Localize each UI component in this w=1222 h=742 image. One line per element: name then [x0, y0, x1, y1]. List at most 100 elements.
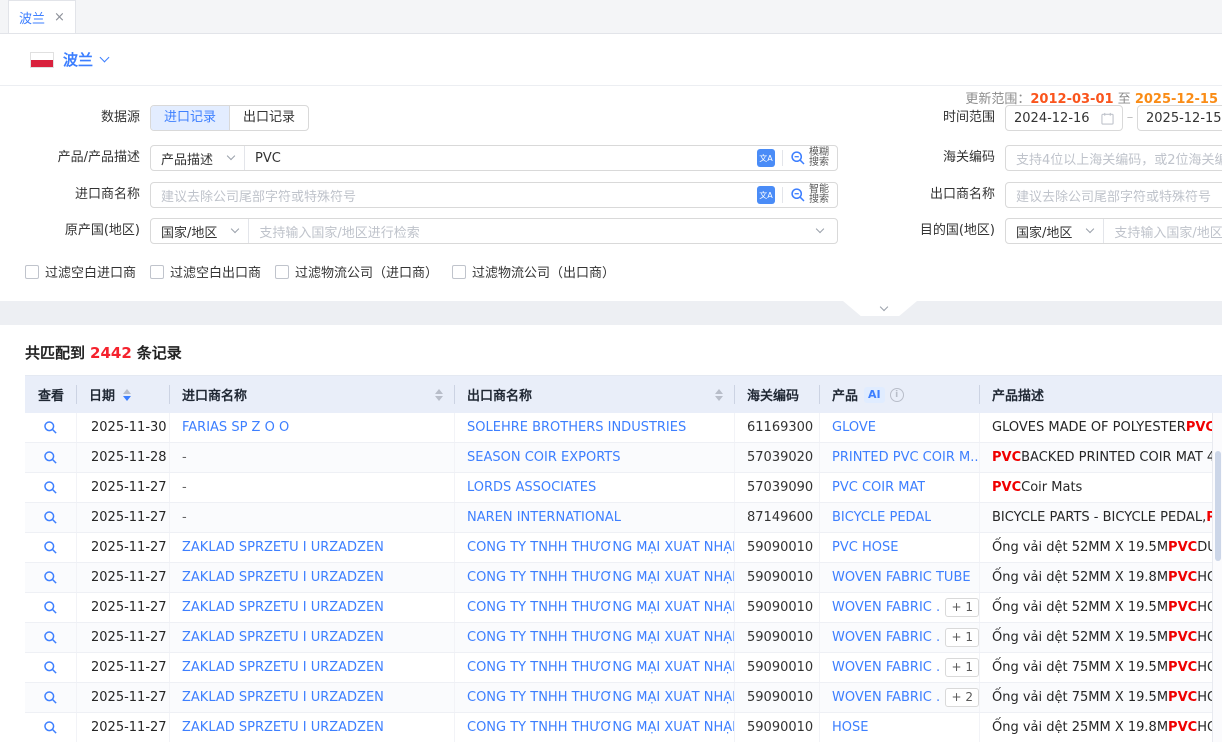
view-detail-icon[interactable] — [43, 420, 58, 435]
product-more-badge[interactable]: + 1 — [945, 598, 979, 617]
product-link[interactable]: GLOVE — [832, 420, 876, 435]
date-cell: 2025-11-28 — [77, 443, 170, 472]
sort-control[interactable] — [435, 389, 443, 401]
column-label: 产品描述 — [992, 385, 1044, 404]
date-to-input[interactable]: 2025-12-15 — [1137, 105, 1222, 131]
product-more-badge[interactable]: + 2 — [945, 688, 979, 707]
tab-export-records[interactable]: 出口记录 — [229, 106, 308, 130]
exporter-link[interactable]: CÔNG TY TNHH THƯƠNG MẠI XUẤT NHẬP... — [467, 630, 734, 645]
view-detail-icon[interactable] — [43, 720, 58, 735]
view-detail-icon[interactable] — [43, 480, 58, 495]
filter-checkbox[interactable]: 过滤空白出口商 — [150, 262, 261, 281]
importer-link[interactable]: ZAKLAD SPRZETU I URZADZEN — [182, 540, 384, 555]
product-more-badge[interactable]: + 1 — [945, 628, 979, 647]
destination-type-select[interactable]: 国家/地区 — [1006, 219, 1104, 243]
sort-control[interactable] — [715, 389, 723, 401]
exporter-cell: NAREN INTERNATIONAL — [455, 503, 735, 532]
importer-link[interactable]: FARIAS SP Z O O — [182, 420, 289, 435]
exporter-link[interactable]: CÔNG TY TNHH THƯƠNG MẠI XUẤT NHẬP... — [467, 720, 734, 735]
view-detail-icon[interactable] — [43, 450, 58, 465]
product-more-badge[interactable]: + 1 — [945, 658, 979, 677]
exporter-link[interactable]: SOLEHRE BROTHERS INDUSTRIES — [467, 420, 686, 435]
product-link[interactable]: WOVEN FABRIC ... — [832, 600, 939, 615]
view-detail-icon[interactable] — [43, 660, 58, 675]
importer-link[interactable]: ZAKLAD SPRZETU I URZADZEN — [182, 600, 384, 615]
product-link[interactable]: PRINTED PVC COIR M... — [832, 450, 979, 465]
product-link[interactable]: WOVEN FABRIC ... — [832, 630, 939, 645]
exporter-cell: CÔNG TY TNHH THƯƠNG MẠI XUẤT NHẬP... — [455, 713, 735, 742]
origin-type-select[interactable]: 国家/地区 — [151, 219, 249, 243]
datasource-toggle: 进口记录 出口记录 — [150, 105, 309, 131]
exporter-link[interactable]: LORDS ASSOCIATES — [467, 480, 596, 495]
product-link[interactable]: WOVEN FABRIC ... — [832, 660, 939, 675]
exporter-input[interactable]: 建议去除公司尾部字符或特殊符号 — [1006, 186, 1222, 205]
checkbox-unchecked[interactable] — [275, 265, 289, 279]
fuzzy-search-icon[interactable] — [790, 150, 806, 166]
column-header-hscode: 海关编码 — [735, 376, 820, 413]
chevron-down-icon[interactable] — [100, 53, 110, 63]
column-header-date[interactable]: 日期 — [77, 376, 170, 413]
checkbox-unchecked[interactable] — [25, 265, 39, 279]
importer-link: - — [182, 450, 187, 465]
keyword-highlight: PVC — [1168, 660, 1197, 675]
smart-search-icon[interactable] — [790, 187, 806, 203]
column-header-exporter[interactable]: 出口商名称 — [455, 376, 735, 413]
view-detail-icon[interactable] — [43, 540, 58, 555]
product-link[interactable]: WOVEN FABRIC TUBE — [832, 570, 971, 585]
view-detail-icon[interactable] — [43, 630, 58, 645]
column-label: 产品 — [832, 385, 858, 404]
exporter-link[interactable]: CÔNG TY TNHH THƯƠNG MẠI XUẤT NHẬP... — [467, 690, 734, 705]
exporter-link[interactable]: CÔNG TY TNHH THƯƠNG MẠI XUẤT NHẬP... — [467, 660, 734, 675]
checkbox-unchecked[interactable] — [452, 265, 466, 279]
importer-link[interactable]: ZAKLAD SPRZETU I URZADZEN — [182, 690, 384, 705]
filter-checkbox[interactable]: 过滤物流公司（出口商） — [452, 262, 615, 281]
filter-checkbox[interactable]: 过滤空白进口商 — [25, 262, 136, 281]
destination-label: 目的国(地区) — [870, 218, 995, 244]
product-link[interactable]: BICYCLE PEDAL — [832, 510, 931, 525]
sort-control[interactable] — [123, 389, 131, 401]
country-name[interactable]: 波兰 — [63, 49, 93, 70]
exporter-link[interactable]: CÔNG TY TNHH THƯƠNG MẠI XUẤT NHẬP... — [467, 600, 734, 615]
smart-search-hint[interactable]: 智能搜索 — [809, 185, 829, 205]
view-detail-icon[interactable] — [43, 570, 58, 585]
origin-input[interactable]: 支持输入国家/地区进行检索 — [249, 222, 809, 241]
scrollbar-thumb[interactable] — [1215, 451, 1221, 561]
importer-link[interactable]: ZAKLAD SPRZETU I URZADZEN — [182, 630, 384, 645]
vertical-scrollbar[interactable] — [1212, 413, 1222, 742]
translate-icon[interactable]: 文A — [757, 149, 775, 167]
date-from-input[interactable]: 2024-12-16 — [1005, 105, 1123, 131]
chevron-down-icon[interactable] — [816, 225, 824, 233]
importer-link[interactable]: ZAKLAD SPRZETU I URZADZEN — [182, 570, 384, 585]
table-row: 2025-11-27ZAKLAD SPRZETU I URZADZENCÔNG … — [25, 683, 1222, 713]
filter-checkbox[interactable]: 过滤物流公司（进口商） — [275, 262, 438, 281]
close-icon[interactable]: × — [54, 11, 65, 24]
info-icon[interactable]: i — [890, 388, 904, 402]
tab-poland[interactable]: 波兰 × — [8, 0, 76, 33]
destination-input[interactable]: 支持输入国家/地区进行 — [1104, 222, 1222, 241]
exporter-link[interactable]: CÔNG TY TNHH THƯƠNG MẠI XUẤT NHẬP... — [467, 570, 734, 585]
product-link[interactable]: PVC COIR MAT — [832, 480, 925, 495]
product-search-input[interactable]: PVC — [245, 151, 757, 166]
product-link[interactable]: PVC HOSE — [832, 540, 898, 555]
exporter-link[interactable]: CÔNG TY TNHH THƯƠNG MẠI XUẤT NHẬP... — [467, 540, 734, 555]
view-detail-icon[interactable] — [43, 600, 58, 615]
column-header-importer[interactable]: 进口商名称 — [170, 376, 455, 413]
view-cell — [25, 413, 77, 442]
exporter-link[interactable]: NAREN INTERNATIONAL — [467, 510, 621, 525]
product-cell: PRINTED PVC COIR M... — [820, 443, 980, 472]
hs-code-input[interactable]: 支持4位以上海关编码，或2位海关编码加 — [1006, 149, 1222, 168]
importer-input[interactable]: 建议去除公司尾部字符或特殊符号 — [151, 186, 757, 205]
product-type-select[interactable]: 产品描述 — [151, 146, 245, 170]
view-detail-icon[interactable] — [43, 510, 58, 525]
view-detail-icon[interactable] — [43, 690, 58, 705]
translate-icon[interactable]: 文A — [757, 186, 775, 204]
poland-flag-icon — [30, 52, 54, 68]
importer-link[interactable]: ZAKLAD SPRZETU I URZADZEN — [182, 660, 384, 675]
tab-import-records[interactable]: 进口记录 — [151, 106, 229, 130]
importer-link[interactable]: ZAKLAD SPRZETU I URZADZEN — [182, 720, 384, 735]
fuzzy-search-hint[interactable]: 模糊搜索 — [809, 148, 829, 168]
product-link[interactable]: HOSE — [832, 720, 868, 735]
exporter-link[interactable]: SEASON COIR EXPORTS — [467, 450, 620, 465]
checkbox-unchecked[interactable] — [150, 265, 164, 279]
product-link[interactable]: WOVEN FABRIC ... — [832, 690, 939, 705]
